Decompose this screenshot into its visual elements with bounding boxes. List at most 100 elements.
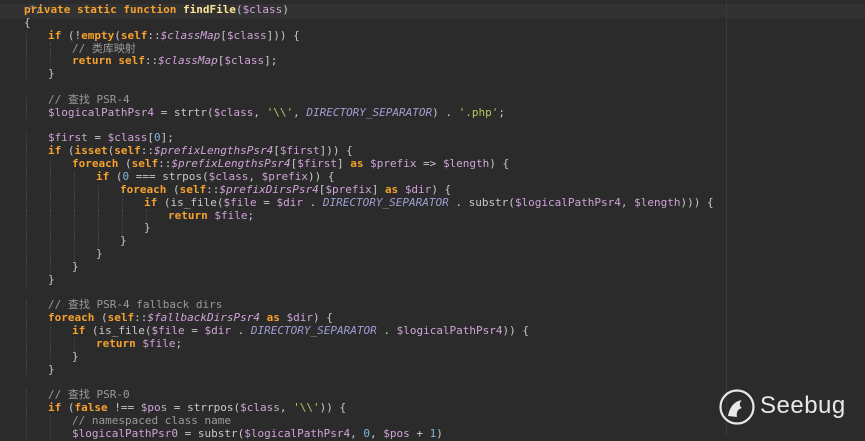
code-line[interactable]: }	[0, 247, 865, 261]
code-token: self	[107, 311, 135, 325]
code-token: {	[24, 15, 31, 29]
code-line[interactable]: }	[0, 260, 865, 274]
indent-guide	[50, 209, 52, 223]
code-token: if	[48, 401, 68, 415]
code-token: $first	[48, 131, 88, 145]
indent-guide	[26, 389, 28, 403]
indent-guide	[26, 260, 28, 274]
code-line[interactable]: }	[0, 349, 865, 364]
code-token: $dir	[404, 182, 432, 196]
indent-guide	[98, 196, 100, 210]
indent-guide	[50, 42, 52, 56]
code-token: (	[124, 157, 132, 171]
code-token: DIRECTORY_SEPARATOR	[322, 195, 449, 209]
code-token: $class	[242, 3, 283, 16]
indent-guide	[26, 402, 28, 415]
indent-guide	[26, 415, 28, 428]
code-token: as	[384, 182, 405, 196]
code-token: ) {	[489, 157, 510, 171]
code-line[interactable]: private static function findFile($class)	[0, 3, 865, 17]
code-token: $logicalPathPsr4	[48, 105, 154, 119]
code-token: ,	[370, 426, 384, 440]
code-token: (	[67, 401, 75, 415]
code-token: as	[350, 157, 371, 171]
code-line[interactable]: return $file;	[0, 209, 865, 223]
code-line[interactable]: return self::$classMap[$class];	[0, 54, 865, 69]
code-token: }	[72, 349, 79, 363]
code-token: $dir	[204, 324, 231, 338]
indent-guide	[50, 196, 52, 210]
code-line[interactable]	[0, 81, 865, 94]
code-token: =	[256, 195, 277, 209]
code-token: // 查找 PSR-4	[48, 92, 130, 106]
code-token: ;	[498, 105, 506, 119]
code-token: ,	[248, 169, 262, 183]
indent-guide	[26, 235, 28, 249]
indent-guide	[26, 93, 28, 107]
code-token: 0	[154, 131, 161, 145]
code-token: false	[74, 401, 108, 415]
code-token: ::	[158, 157, 172, 171]
code-token: $prefixDirsPsr4	[219, 182, 319, 196]
code-token: =>	[416, 157, 443, 171]
code-token: = substr(	[177, 426, 245, 440]
code-token: // 查找 PSR-0	[48, 388, 130, 402]
code-line[interactable]: if (is_file($file = $dir . DIRECTORY_SEP…	[0, 195, 865, 210]
code-line[interactable]: }	[0, 67, 865, 82]
code-line-content: }	[96, 247, 103, 261]
code-token: (is_file(	[163, 195, 224, 209]
code-token: +	[409, 426, 430, 440]
code-editor[interactable]: */private static function findFile($clas…	[0, 0, 865, 441]
code-token: $logicalPathPsr4	[244, 426, 351, 440]
code-line-content: }	[72, 260, 79, 274]
code-token: $file	[223, 195, 257, 209]
code-line[interactable]: }	[0, 363, 865, 377]
code-token: $class	[224, 54, 265, 68]
indent-guide	[122, 209, 124, 223]
indent-guide	[26, 299, 28, 313]
code-area[interactable]: */private static function findFile($clas…	[0, 3, 865, 441]
code-token: foreach	[120, 182, 173, 196]
code-line[interactable]: $logicalPathPsr4 = strtr($class, '\\', D…	[0, 105, 865, 120]
indent-guide	[50, 415, 52, 428]
indent-guide	[26, 158, 28, 171]
code-token: !==	[107, 401, 141, 415]
code-token: // 查找 PSR-4 fallback dirs	[48, 298, 223, 312]
code-token: DIRECTORY_SEPARATOR	[306, 105, 433, 119]
code-token: $prefix	[261, 169, 308, 183]
code-token: === strpos(	[129, 169, 209, 183]
indent-guide	[50, 337, 52, 351]
code-token: $classMap	[160, 28, 221, 42]
code-line-content: }	[48, 67, 55, 81]
code-token: $file	[142, 336, 176, 350]
indent-guide	[74, 196, 76, 210]
code-line[interactable]: return $file;	[0, 336, 865, 351]
code-line[interactable]: }	[0, 234, 865, 249]
code-token: . substr(	[448, 195, 515, 209]
code-token: [	[147, 131, 154, 145]
code-token: $length	[442, 157, 490, 171]
code-token: $prefix	[325, 182, 372, 196]
code-token: .	[302, 195, 323, 209]
code-token: (	[100, 311, 108, 325]
indent-guide	[74, 209, 76, 223]
code-token: ,	[279, 401, 294, 415]
code-token: $pos	[140, 401, 168, 415]
code-token: ,	[620, 195, 635, 209]
code-line[interactable]: }	[0, 273, 865, 287]
code-token: .	[376, 324, 397, 338]
code-token: ::	[147, 28, 161, 42]
code-line-content: }	[48, 363, 55, 377]
code-line-content: }	[120, 234, 127, 248]
code-token: = strrpos(	[167, 401, 241, 415]
code-token: self	[179, 182, 207, 196]
indent-guide	[50, 222, 52, 236]
seebug-watermark: Seebug	[716, 386, 856, 430]
code-line[interactable]: }	[0, 221, 865, 236]
indent-guide	[26, 29, 28, 43]
code-token: ;	[175, 336, 183, 350]
indent-guide	[50, 235, 52, 249]
code-token: (	[67, 144, 75, 158]
code-token: $dir	[276, 195, 303, 209]
code-token: }	[96, 247, 103, 261]
